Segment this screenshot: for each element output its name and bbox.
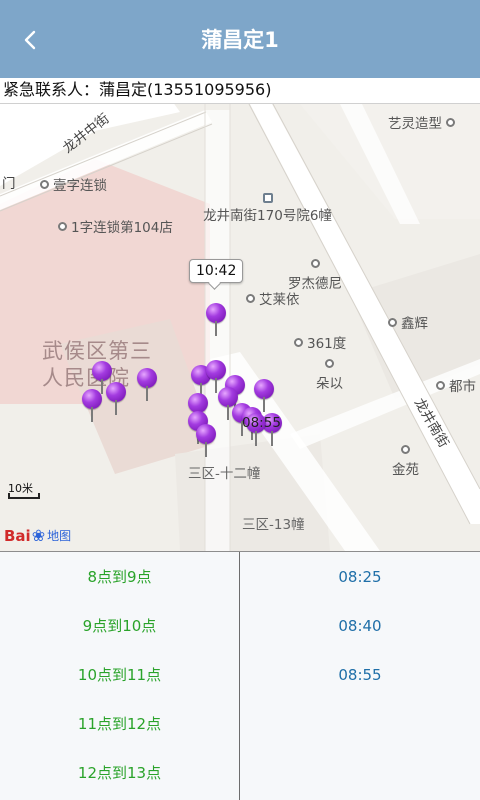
pin-needle (255, 431, 257, 446)
time-range-item[interactable]: 9点到10点 (0, 601, 239, 650)
logo-bai: Bai (4, 526, 31, 545)
poi-text: 都市 (449, 379, 476, 395)
poi-text: 壹字连锁 (53, 178, 107, 194)
poi-label: 艺灵造型 (388, 112, 459, 132)
time-point-item[interactable]: 08:25 (240, 552, 480, 601)
poi-marker (294, 337, 303, 347)
map-view[interactable]: 龙井中街 龙井南街 武侯区第三人民医院 艺灵造型 壹字连锁 门 龙井南街170号… (0, 104, 480, 551)
poi-text: 艺灵造型 (388, 116, 442, 132)
time-range-item[interactable]: 8点到9点 (0, 552, 239, 601)
time-point-item[interactable]: 08:40 (240, 601, 480, 650)
time-point-item[interactable]: 08:55 (240, 650, 480, 699)
time-range-item[interactable]: 11点到12点 (0, 699, 239, 748)
poi-text: 361度 (307, 336, 347, 352)
pin-needle (115, 400, 117, 415)
pin-time-label: 08:55 (242, 415, 281, 431)
navbar: 蒲昌定1 (0, 0, 480, 78)
page-title: 蒲昌定1 (201, 28, 279, 52)
poi-label: 1字连锁第104店 (58, 216, 173, 236)
pin-head (188, 393, 208, 413)
poi-label: 金苑 (392, 442, 419, 478)
poi-text: 金苑 (392, 462, 419, 478)
poi-text: 龙井南街170号院6幢 (203, 208, 332, 224)
poi-marker (40, 179, 49, 189)
poi-marker (325, 359, 334, 368)
location-pin[interactable] (206, 303, 226, 337)
pin-head (206, 303, 226, 323)
poi-label: 罗杰德尼 (288, 256, 342, 292)
poi-text: 鑫辉 (401, 316, 428, 332)
poi-label: 艾莱依 (246, 288, 300, 308)
poi-text: 艾莱依 (259, 292, 300, 308)
pin-needle (263, 397, 265, 412)
poi-label: 361度 (294, 332, 346, 352)
pin-needle (215, 321, 217, 336)
pin-head (106, 382, 126, 402)
pin-needle (227, 405, 229, 420)
poi-marker (436, 380, 445, 390)
location-time-callout[interactable]: 10:42 (189, 259, 244, 283)
time-range-item[interactable]: 10点到11点 (0, 650, 239, 699)
pin-head (92, 361, 112, 381)
building-label: 三区-十二幢 (188, 466, 261, 482)
scale-bar (8, 493, 40, 499)
pin-head (82, 389, 102, 409)
pin-needle (215, 378, 217, 393)
logo-map-word: 地图 (47, 529, 72, 543)
building-label: 三区-13幢 (242, 517, 305, 533)
pin-needle (271, 431, 273, 446)
time-range-column: 8点到9点 9点到10点 10点到11点 11点到12点 12点到13点 (0, 552, 240, 800)
pin-needle (205, 442, 207, 457)
poi-label: 都市 (436, 375, 476, 395)
pin-needle (146, 386, 148, 401)
poi-label: 鑫辉 (388, 312, 428, 332)
location-pin[interactable] (106, 382, 126, 416)
location-pin[interactable] (196, 424, 216, 458)
poi-marker (310, 259, 320, 268)
poi-marker (246, 293, 255, 303)
poi-marker (401, 445, 410, 454)
poi-text: 朵以 (316, 376, 343, 392)
location-pin[interactable] (82, 389, 102, 423)
baidu-map-logo: Bai ❀ 地图 (4, 526, 71, 545)
door-label: 门 (2, 176, 16, 192)
pin-head (254, 379, 274, 399)
pin-needle (91, 407, 93, 422)
poi-text: 1字连锁第104店 (71, 220, 173, 236)
time-range-item[interactable]: 12点到13点 (0, 748, 239, 797)
pin-head (206, 360, 226, 380)
location-pin[interactable] (137, 368, 157, 402)
pin-head (137, 368, 157, 388)
paw-icon: ❀ (31, 526, 46, 545)
poi-label: 朵以 (316, 356, 343, 392)
poi-marker (388, 317, 397, 327)
time-schedule: 8点到9点 9点到10点 10点到11点 11点到12点 12点到13点 08:… (0, 551, 480, 800)
building-marker (262, 193, 273, 203)
emergency-contact: 紧急联系人：蒲昌定(13551095956) (0, 78, 480, 104)
pin-head (196, 424, 216, 444)
poi-marker (58, 221, 67, 231)
poi-label: 龙井南街170号院6幢 (200, 191, 335, 225)
poi-label: 壹字连锁 (40, 174, 107, 194)
poi-marker (446, 117, 455, 127)
time-point-column: 08:25 08:40 08:55 (240, 552, 480, 800)
